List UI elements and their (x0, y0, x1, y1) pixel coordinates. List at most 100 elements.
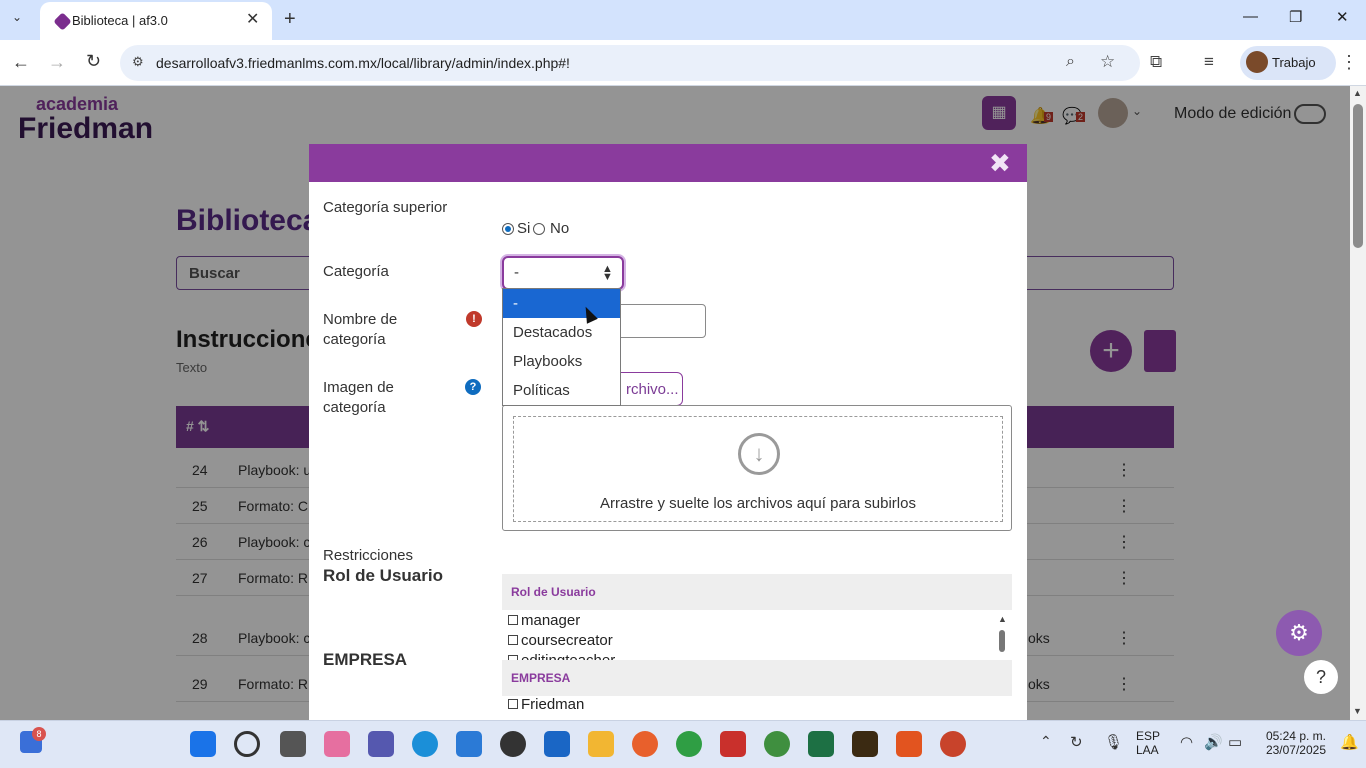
scroll-thumb[interactable] (999, 630, 1005, 652)
dropdown-option[interactable]: - (503, 289, 620, 318)
settings-gear-button[interactable]: ⚙ (1276, 610, 1322, 656)
window-close-icon[interactable]: ✕ (1336, 8, 1349, 26)
role-header-text: Rol de Usuario (511, 585, 596, 599)
start-icon[interactable] (190, 731, 216, 757)
modal-header: ✖ (309, 144, 1027, 182)
empresa-label: Friedman (521, 696, 585, 713)
dropdown-option[interactable]: Políticas (503, 376, 620, 405)
sync-icon[interactable]: ↻ (1070, 733, 1083, 751)
option-label: Destacados (513, 324, 593, 341)
profile-name: Trabajo (1272, 55, 1316, 70)
profile-button[interactable]: Trabajo (1240, 46, 1336, 80)
role-checkbox[interactable]: coursecreator (508, 632, 613, 649)
powerpoint-icon[interactable] (940, 731, 966, 757)
file-dropzone[interactable]: ↓ Arrastre y suelte los archivos aquí pa… (502, 405, 1012, 531)
task-view-icon[interactable] (280, 731, 306, 757)
required-icon: ! (466, 311, 482, 327)
language-indicator[interactable]: ESP LAA (1136, 729, 1160, 757)
store-icon[interactable] (456, 731, 482, 757)
tab-list-chevron-icon[interactable]: ⌄ (12, 10, 22, 24)
site-info-icon[interactable]: ⚙ (132, 54, 144, 70)
maximize-icon[interactable]: ❐ (1289, 8, 1302, 26)
page-scroll-thumb[interactable] (1353, 104, 1363, 248)
choose-file-label: rchivo... (626, 381, 679, 398)
dropdown-option[interactable]: Destacados (503, 318, 620, 347)
bookmark-star-icon[interactable]: ☆ (1100, 52, 1115, 72)
clock[interactable]: 05:24 p. m. 23/07/2025 (1256, 729, 1326, 757)
empresa-header-text: EMPRESA (511, 671, 571, 685)
copilot-icon[interactable] (324, 731, 350, 757)
role-label: manager (521, 612, 581, 629)
label-category-image: Imagen de categoría (323, 379, 394, 416)
clock-time: 05:24 p. m. (1265, 729, 1326, 743)
role-list-scrollbar[interactable]: ▲ (998, 614, 1007, 660)
lang-layout: LAA (1136, 743, 1159, 757)
dell-icon[interactable] (500, 731, 526, 757)
volume-icon[interactable]: 🔊 (1204, 733, 1223, 751)
close-icon[interactable]: ✖ (989, 148, 1011, 179)
chrome-profile-icon[interactable] (764, 731, 790, 757)
tab-title: Biblioteca | af3.0 (72, 13, 168, 28)
web-page: academia Friedman ▦ 🔔 9 💬 2 ⌄ Modo de ed… (0, 86, 1350, 720)
dropdown-option[interactable]: Playbooks (503, 347, 620, 376)
address-bar[interactable]: ⚙ desarrolloafv3.friedmanlms.com.mx/loca… (120, 45, 1140, 81)
help-button[interactable]: ? (1304, 660, 1338, 694)
reload-icon[interactable]: ↻ (86, 51, 101, 72)
radio-yes-label: Si (517, 220, 531, 237)
tray-chevron-icon[interactable]: ⌃ (1040, 733, 1052, 750)
select-value: - (514, 264, 519, 281)
notifications-center-icon[interactable]: 🔔 (1340, 733, 1359, 751)
extensions-icon[interactable]: ⧉ (1150, 52, 1162, 72)
restrictions-label: Restricciones (323, 547, 414, 564)
microphone-icon[interactable]: 🎙 (1104, 733, 1123, 751)
file-explorer-icon[interactable] (588, 731, 614, 757)
brave-icon[interactable] (896, 731, 922, 757)
mail-icon[interactable] (544, 731, 570, 757)
browser-menu-icon[interactable]: ⋮ (1340, 52, 1358, 73)
tab-close-icon[interactable]: ✕ (246, 9, 259, 29)
option-label: Playbooks (513, 353, 583, 370)
role-checkbox[interactable]: manager (508, 612, 580, 629)
role-header: Rol de Usuario (502, 574, 1012, 610)
battery-icon[interactable]: ▭ (1228, 733, 1242, 751)
widgets-badge: 8 (32, 727, 46, 741)
browser-tab[interactable]: Biblioteca | af3.0 ✕ (40, 2, 272, 40)
role-checkbox[interactable]: editingteacher (508, 652, 615, 660)
empresa-checkbox[interactable]: Friedman (508, 696, 584, 713)
illustrator-icon[interactable] (852, 731, 878, 757)
category-name-input[interactable] (609, 304, 706, 338)
scroll-up-icon[interactable]: ▲ (1353, 88, 1362, 98)
chrome-icon[interactable] (676, 731, 702, 757)
firefox-icon[interactable] (632, 731, 658, 757)
edge-icon[interactable] (412, 731, 438, 757)
browser-toolbar: ← → ↻ ⚙ desarrolloafv3.friedmanlms.com.m… (0, 40, 1366, 86)
zoom-icon[interactable]: ⌕ (1066, 53, 1075, 71)
back-icon[interactable]: ← (12, 52, 30, 73)
scroll-down-icon[interactable]: ▼ (1353, 706, 1362, 716)
radio-no[interactable] (533, 223, 545, 235)
media-control-icon[interactable]: ≡ (1204, 52, 1214, 72)
teams-icon[interactable] (368, 731, 394, 757)
clock-date: 23/07/2025 (1265, 743, 1326, 757)
category-dropdown-list: - Destacados Playbooks Políticas (502, 288, 621, 406)
wifi-icon[interactable]: ◠ (1180, 733, 1193, 751)
minimize-icon[interactable]: — (1243, 8, 1258, 25)
help-icon[interactable]: ? (465, 379, 481, 395)
excel-icon[interactable] (808, 731, 834, 757)
role-label: coursecreator (521, 632, 613, 649)
dropzone-inner: ↓ Arrastre y suelte los archivos aquí pa… (513, 416, 1003, 522)
scroll-up-icon[interactable]: ▲ (998, 614, 1007, 624)
url-text: desarrolloafv3.friedmanlms.com.mx/local/… (156, 55, 570, 71)
category-modal: ✖ Categoría superior Si No Categoría - ▲… (309, 144, 1027, 720)
search-icon[interactable] (234, 731, 260, 757)
role-label: editingteacher (521, 652, 615, 660)
lang-code: ESP (1136, 729, 1161, 743)
page-scrollbar[interactable]: ▲ ▼ (1350, 86, 1366, 720)
category-select[interactable]: - ▲ ▼ (502, 256, 624, 290)
acrobat-icon[interactable] (720, 731, 746, 757)
label-parent-category: Categoría superior (323, 199, 448, 216)
new-tab-icon[interactable]: + (284, 8, 296, 31)
download-arrow-icon: ↓ (738, 433, 780, 475)
forward-icon[interactable]: → (48, 52, 66, 73)
radio-yes[interactable] (502, 223, 514, 235)
